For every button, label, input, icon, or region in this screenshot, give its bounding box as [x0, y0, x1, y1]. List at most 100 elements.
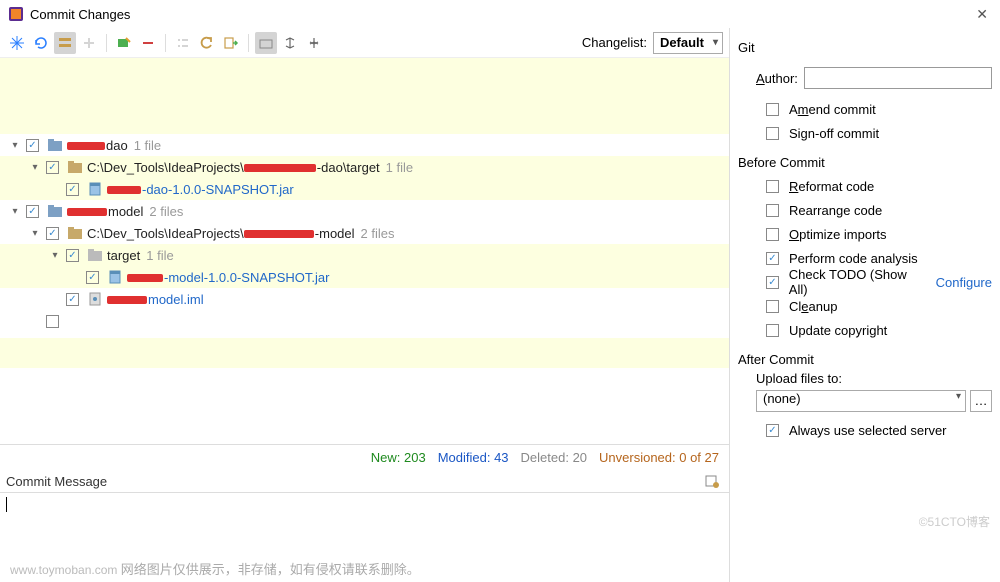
tree-row[interactable]: ▾ ✓ C:\Dev_Tools\IdeaProjects\-dao\target 1…	[0, 156, 729, 178]
iml-icon	[87, 291, 103, 307]
tree-row[interactable]: ✓ -dao-1.0.0-SNAPSHOT.jar	[0, 178, 729, 200]
cleanup-checkbox[interactable]	[766, 300, 779, 313]
copyright-checkbox[interactable]	[766, 324, 779, 337]
footer-note: www.toymoban.com 网络图片仅供展示，非存储，如有侵权请联系删除。	[10, 559, 420, 578]
tree-row[interactable]: ✓ model.iml	[0, 288, 729, 310]
upload-row: (none) …	[738, 386, 992, 418]
expand-button[interactable]	[279, 32, 301, 54]
signoff-commit-option[interactable]: Sign-off commit	[738, 121, 992, 145]
stat-new: New: 203	[371, 450, 426, 465]
chevron-icon[interactable]: ▾	[8, 206, 22, 217]
jar-icon	[107, 269, 123, 285]
window-title: Commit Changes	[30, 7, 972, 22]
tree-item-label: C:\Dev_Tools\IdeaProjects\-dao\target	[87, 160, 380, 175]
history-button[interactable]	[701, 470, 723, 492]
app-icon	[8, 6, 24, 22]
stat-unversioned: Unversioned: 0 of 27	[599, 450, 719, 465]
always-server-label: Always use selected server	[789, 423, 947, 438]
tree-checkbox[interactable]: ✓	[66, 249, 79, 262]
changelist-dropdown[interactable]: Default	[653, 32, 723, 54]
copyright-label: Update copyright	[789, 323, 887, 338]
chevron-icon[interactable]: ▾	[48, 250, 62, 261]
tree-checkbox[interactable]: ✓	[46, 227, 59, 240]
optimize-checkbox[interactable]	[766, 228, 779, 241]
optimize-label: Optimize imports	[789, 227, 887, 242]
todo-option[interactable]: ✓ Check TODO (Show All) Configure	[738, 270, 992, 294]
optimize-option[interactable]: Optimize imports	[738, 222, 992, 246]
file-count: 1 file	[386, 160, 413, 175]
always-server-option[interactable]: ✓ Always use selected server	[738, 418, 992, 442]
group-button[interactable]	[54, 32, 76, 54]
tree-checkbox[interactable]: ✓	[26, 205, 39, 218]
show-diff-button[interactable]	[6, 32, 28, 54]
file-count: 1 file	[146, 248, 173, 263]
file-tree[interactable]: ▾✓dao1 file▾✓C:\Dev_Tools\IdeaProjects\-…	[0, 58, 729, 444]
tree-row[interactable]: ▾✓model2 files	[0, 200, 729, 222]
chevron-icon[interactable]: ▾	[28, 162, 42, 173]
author-input[interactable]	[804, 67, 992, 89]
author-row: Author:	[738, 61, 992, 97]
todo-checkbox[interactable]: ✓	[766, 276, 779, 289]
group-by-dir-button[interactable]	[255, 32, 277, 54]
folder-icon	[67, 159, 83, 175]
tree-checkbox[interactable]: ✓	[86, 271, 99, 284]
author-label: Author:	[756, 71, 798, 86]
separator	[106, 34, 107, 52]
list-button	[172, 32, 194, 54]
rearrange-checkbox[interactable]	[766, 204, 779, 217]
upload-select[interactable]: (none)	[756, 390, 966, 412]
main-area: Changelist: Default ▾✓dao1 file▾✓C:\Dev_…	[0, 28, 1000, 582]
changelist-button[interactable]	[113, 32, 135, 54]
remove-button[interactable]	[137, 32, 159, 54]
upload-browse-button[interactable]: …	[970, 390, 992, 412]
tree-row[interactable]: ✓ -model-1.0.0-SNAPSHOT.jar	[0, 266, 729, 288]
tree-checkbox[interactable]: ✓	[46, 161, 59, 174]
tree-checkbox[interactable]: ✓	[26, 139, 39, 152]
always-server-checkbox[interactable]: ✓	[766, 424, 779, 437]
reformat-checkbox[interactable]	[766, 180, 779, 193]
left-panel: Changelist: Default ▾✓dao1 file▾✓C:\Dev_…	[0, 28, 730, 582]
folder-icon	[67, 225, 83, 241]
tree-row[interactable]	[0, 310, 729, 332]
folder-plain-icon	[87, 247, 103, 263]
rearrange-option[interactable]: Rearrange code	[738, 198, 992, 222]
reformat-option[interactable]: Reformat code	[738, 174, 992, 198]
tree-item-label: -model-1.0.0-SNAPSHOT.jar	[127, 270, 329, 285]
configure-link[interactable]: Configure	[936, 275, 992, 290]
jar-icon	[87, 181, 103, 197]
collapse-button[interactable]	[303, 32, 325, 54]
git-section-title: Git	[738, 32, 992, 61]
separator	[248, 34, 249, 52]
stat-modified: Modified: 43	[438, 450, 509, 465]
tree-item-label: -dao-1.0.0-SNAPSHOT.jar	[107, 182, 294, 197]
refresh-button[interactable]	[30, 32, 52, 54]
signoff-label: Sign-off commit	[789, 126, 879, 141]
move-button[interactable]	[220, 32, 242, 54]
file-count: 1 file	[134, 138, 161, 153]
chevron-icon[interactable]: ▾	[28, 228, 42, 239]
revert-button[interactable]	[196, 32, 218, 54]
cleanup-option[interactable]: Cleanup	[738, 294, 992, 318]
tree-row[interactable]: ▾✓target1 file	[0, 244, 729, 266]
analysis-checkbox[interactable]: ✓	[766, 252, 779, 265]
amend-checkbox[interactable]	[766, 103, 779, 116]
file-count: 2 files	[149, 204, 183, 219]
tree-checkbox[interactable]: ✓	[66, 183, 79, 196]
copyright-option[interactable]: Update copyright	[738, 318, 992, 342]
tree-row[interactable]: ▾✓C:\Dev_Tools\IdeaProjects\-model2 file…	[0, 222, 729, 244]
tree-item-label: model.iml	[107, 292, 204, 307]
stat-deleted: Deleted: 20	[521, 450, 588, 465]
signoff-checkbox[interactable]	[766, 127, 779, 140]
tree-row[interactable]: ▾✓dao1 file	[0, 134, 729, 156]
toolbar: Changelist: Default	[0, 28, 729, 58]
before-commit-title: Before Commit	[738, 145, 992, 174]
amend-commit-option[interactable]: Amend commit	[738, 97, 992, 121]
commit-message-header: Commit Message	[0, 470, 729, 492]
right-panel: Git Author: Amend commit Sign-off commit…	[730, 28, 1000, 582]
tree-checkbox[interactable]	[46, 315, 59, 328]
tree-checkbox[interactable]: ✓	[66, 293, 79, 306]
close-button[interactable]: ✕	[972, 6, 992, 23]
watermark: ©51CTO博客	[919, 513, 990, 530]
chevron-icon[interactable]: ▾	[8, 140, 22, 151]
reformat-label: Reformat code	[789, 179, 874, 194]
